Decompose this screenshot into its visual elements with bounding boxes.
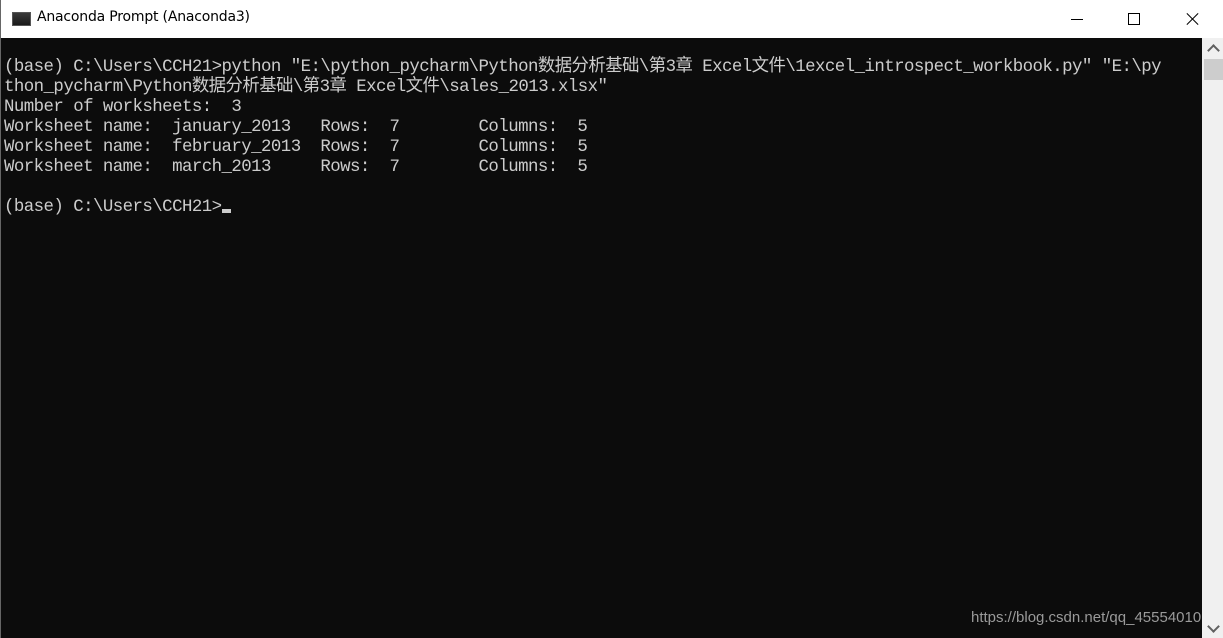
console-line-worksheet: Worksheet name: january_2013 Rows: 7 Col…: [4, 118, 588, 137]
window-title: Anaconda Prompt (Anaconda3): [37, 9, 250, 25]
vertical-scrollbar[interactable]: [1202, 38, 1223, 638]
scroll-down-button[interactable]: [1202, 618, 1223, 638]
watermark: https://blog.csdn.net/qq_45554010: [971, 609, 1202, 626]
console-line-worksheet: Worksheet name: february_2013 Rows: 7 Co…: [4, 138, 588, 157]
console-icon: [12, 12, 31, 26]
minimize-button[interactable]: [1048, 0, 1106, 38]
console-line-command: (base) C:\Users\CCH21>python "E:\python_…: [4, 58, 1162, 77]
minimize-icon: [1071, 18, 1083, 20]
close-icon: [1186, 12, 1200, 26]
chevron-down-icon: [1206, 619, 1220, 633]
console-window: Anaconda Prompt (Anaconda3) (base) C:\Us…: [0, 0, 1223, 638]
console-output[interactable]: (base) C:\Users\CCH21>python "E:\python_…: [2, 38, 1202, 638]
maximize-button[interactable]: [1105, 0, 1163, 38]
scroll-up-button[interactable]: [1202, 38, 1223, 58]
console-line-worksheet: Worksheet name: march_2013 Rows: 7 Colum…: [4, 158, 588, 177]
close-button[interactable]: [1164, 0, 1222, 38]
scrollbar-thumb[interactable]: [1204, 59, 1223, 80]
console-line-worksheet-count: Number of worksheets: 3: [4, 98, 242, 117]
maximize-icon: [1128, 13, 1140, 25]
title-bar[interactable]: Anaconda Prompt (Anaconda3): [1, 0, 1223, 38]
console-prompt: (base) C:\Users\CCH21>: [4, 198, 222, 217]
chevron-up-icon: [1206, 43, 1220, 57]
text-cursor: [221, 209, 231, 213]
console-prompt-line[interactable]: (base) C:\Users\CCH21>: [4, 198, 231, 218]
console-line-command-wrap: thon_pycharm\Python数据分析基础\第3章 Excel文件\sa…: [4, 78, 608, 97]
